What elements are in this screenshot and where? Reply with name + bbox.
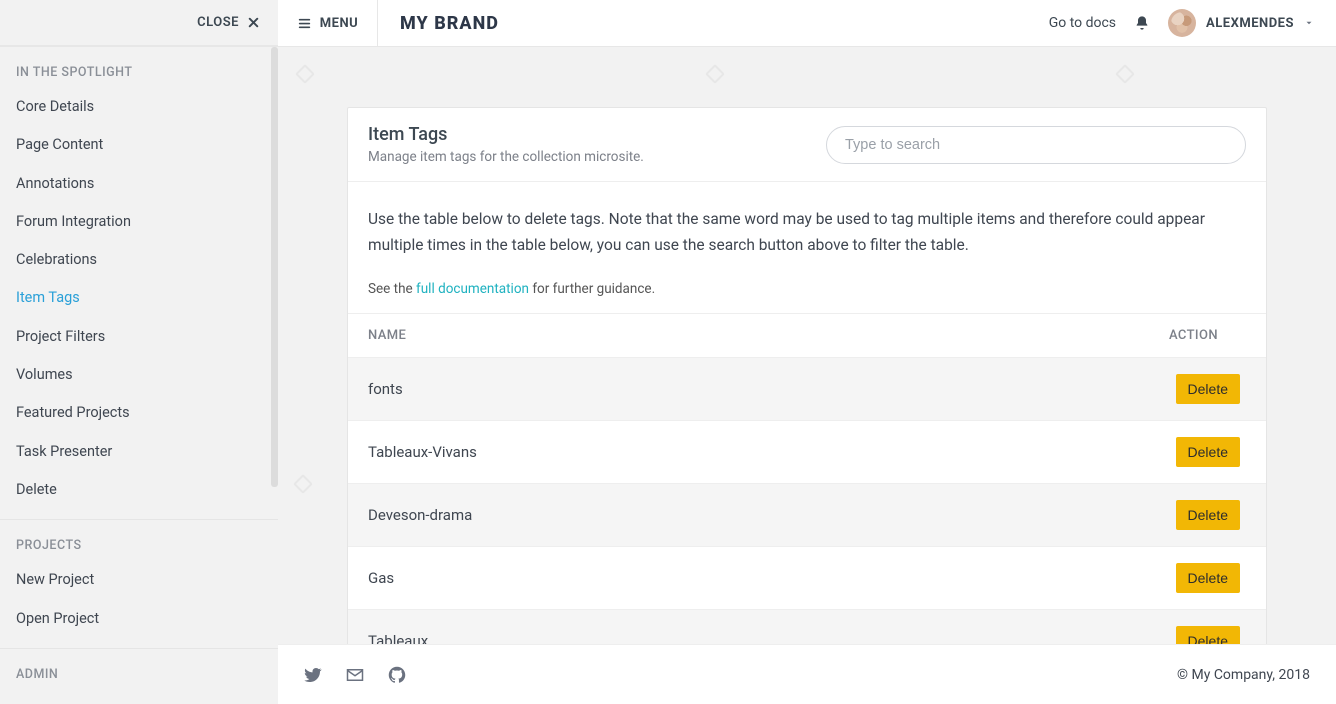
table-row: Tableaux Delete [348, 609, 1266, 644]
card-subtitle: Manage item tags for the collection micr… [368, 149, 644, 165]
username: ALEXMENDES [1206, 16, 1294, 31]
sidebar-item-item-tags[interactable]: Item Tags [0, 279, 278, 317]
user-menu[interactable]: ALEXMENDES [1168, 9, 1314, 37]
sidebar-heading: IN THE SPOTLIGHT [0, 47, 278, 88]
card-title: Item Tags [368, 124, 644, 145]
sidebar-item-new-project[interactable]: New Project [0, 561, 278, 599]
github-icon [388, 666, 406, 684]
card-description: Use the table below to delete tags. Note… [368, 206, 1246, 259]
doc-line: See the full documentation for further g… [368, 281, 1246, 297]
table-row: Deveson-drama Delete [348, 483, 1266, 546]
table-row: Tableaux-Vivans Delete [348, 420, 1266, 483]
sidebar-item-celebrations[interactable]: Celebrations [0, 241, 278, 279]
twitter-link[interactable] [304, 666, 322, 684]
envelope-icon [346, 666, 364, 684]
table-row: Gas Delete [348, 546, 1266, 609]
delete-button[interactable]: Delete [1176, 437, 1240, 467]
notifications-button[interactable] [1134, 15, 1150, 31]
sidebar-item-forum-integration[interactable]: Forum Integration [0, 203, 278, 241]
tags-table: NAME ACTION fontsDeleteTableaux-VivansDe… [348, 314, 1266, 644]
menu-icon [297, 17, 312, 30]
tag-name: Tableaux-Vivans [348, 420, 862, 483]
bell-icon [1134, 15, 1150, 31]
search-input[interactable] [826, 126, 1246, 164]
appbar: CLOSE MENU MY BRAND Go to docs ALEXMENDE… [0, 0, 1336, 47]
sidebar-item-task-presenter[interactable]: Task Presenter [0, 433, 278, 471]
table-row: fonts Delete [348, 357, 1266, 420]
sidebar-heading: ADMIN [0, 649, 278, 690]
sidebar-item-open-project[interactable]: Open Project [0, 600, 278, 638]
caret-down-icon [1304, 18, 1314, 28]
col-name-header: NAME [348, 314, 862, 358]
close-icon [247, 16, 260, 29]
tag-name: Tableaux [348, 609, 862, 644]
email-link[interactable] [346, 666, 364, 684]
tag-name: Gas [348, 546, 862, 609]
content-area: Item Tags Manage item tags for the colle… [278, 47, 1336, 704]
close-sidebar-button[interactable]: CLOSE [0, 0, 278, 46]
delete-button[interactable]: Delete [1176, 563, 1240, 593]
brand-title: MY BRAND [378, 0, 521, 46]
close-label: CLOSE [197, 15, 239, 30]
menu-button[interactable]: MENU [278, 0, 378, 46]
docs-link[interactable]: Go to docs [1049, 15, 1116, 31]
sidebar: IN THE SPOTLIGHTCore DetailsPage Content… [0, 47, 278, 704]
sidebar-item-featured-projects[interactable]: Featured Projects [0, 394, 278, 432]
tag-name: Deveson-drama [348, 483, 862, 546]
full-documentation-link[interactable]: full documentation [416, 281, 529, 297]
sidebar-heading: PROJECTS [0, 520, 278, 561]
footer: © My Company, 2018 [278, 644, 1336, 704]
twitter-icon [304, 666, 322, 684]
sidebar-item-volumes[interactable]: Volumes [0, 356, 278, 394]
delete-button[interactable]: Delete [1176, 374, 1240, 404]
avatar [1168, 9, 1196, 37]
menu-label: MENU [320, 16, 358, 31]
sidebar-item-project-filters[interactable]: Project Filters [0, 318, 278, 356]
item-tags-card: Item Tags Manage item tags for the colle… [347, 107, 1267, 644]
sidebar-item-core-details[interactable]: Core Details [0, 88, 278, 126]
delete-button[interactable]: Delete [1176, 626, 1240, 644]
copyright: © My Company, 2018 [1177, 667, 1310, 683]
tag-name: fonts [348, 357, 862, 420]
sidebar-item-delete[interactable]: Delete [0, 471, 278, 509]
github-link[interactable] [388, 666, 406, 684]
sidebar-item-page-content[interactable]: Page Content [0, 126, 278, 164]
col-action-header: ACTION [862, 314, 1266, 358]
delete-button[interactable]: Delete [1176, 500, 1240, 530]
sidebar-item-annotations[interactable]: Annotations [0, 165, 278, 203]
